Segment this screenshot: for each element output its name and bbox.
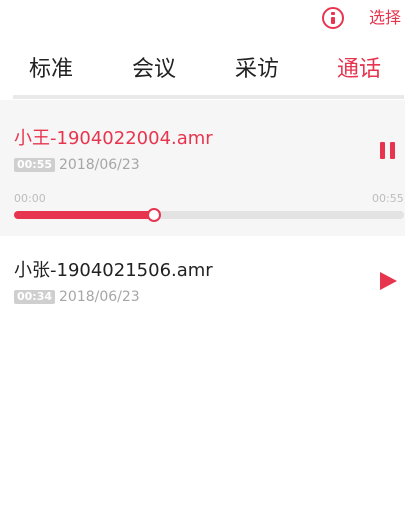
pause-icon[interactable] <box>378 142 398 160</box>
recording-name: 小张-1904021506.amr <box>14 260 213 281</box>
play-icon[interactable] <box>380 272 397 290</box>
duration-badge: 00:55 <box>14 158 56 172</box>
select-button[interactable]: 选择 <box>369 8 401 28</box>
recording-date: 2018/06/23 <box>59 289 140 305</box>
progress-fill <box>14 211 154 219</box>
tab-divider <box>13 95 404 99</box>
elapsed-time: 00:00 <box>14 192 46 205</box>
recording-name: 小王-1904022004.amr <box>14 128 213 149</box>
duration-badge: 00:34 <box>14 290 56 304</box>
top-bar: 选择 <box>0 0 405 36</box>
category-tabs: 标准 会议 采访 通话 <box>0 52 405 90</box>
tab-call[interactable]: 通话 <box>337 52 381 88</box>
progress-thumb[interactable] <box>147 208 161 222</box>
tab-interview[interactable]: 采访 <box>235 52 279 88</box>
tab-standard[interactable]: 标准 <box>29 52 73 88</box>
recording-date: 2018/06/23 <box>59 157 140 173</box>
info-icon[interactable] <box>322 7 344 29</box>
tab-meeting[interactable]: 会议 <box>132 52 176 88</box>
total-time: 00:55 <box>372 192 404 205</box>
playback-progress[interactable] <box>14 208 404 222</box>
